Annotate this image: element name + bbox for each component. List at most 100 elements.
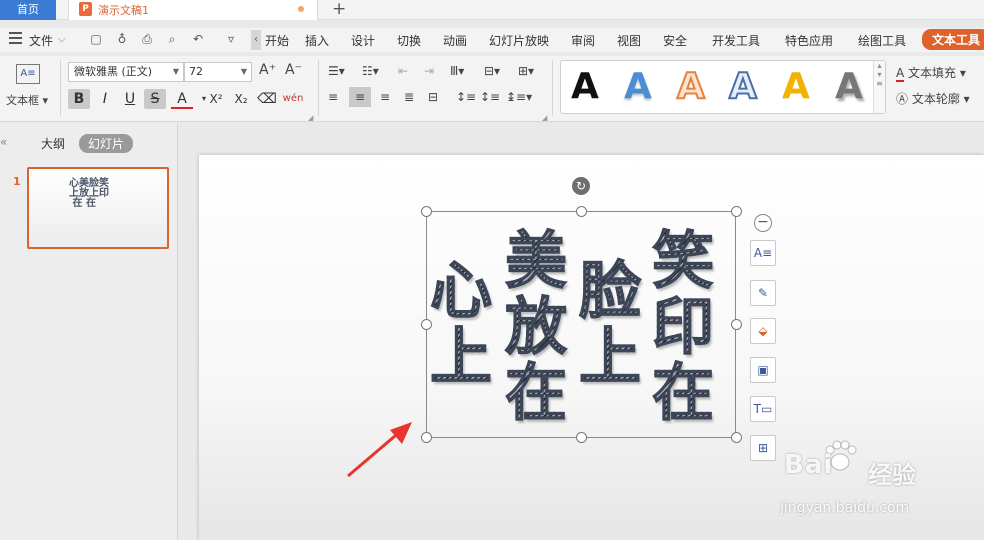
collapse-pane-icon[interactable]: « (0, 135, 7, 149)
fill-bucket-icon[interactable]: ⬙ (750, 318, 776, 344)
subscript-button[interactable]: X₂ (230, 89, 252, 109)
increase-indent-icon[interactable]: ⇥ (424, 64, 434, 78)
spacing-options-icon[interactable]: ↨≡▾ (506, 90, 532, 104)
resize-handle[interactable] (731, 432, 742, 443)
font-dialog-launcher-icon[interactable]: ◢ (308, 114, 313, 122)
increase-font-icon[interactable]: A⁺ (259, 62, 276, 78)
print-icon[interactable]: ⎙ (140, 32, 154, 46)
tab-view[interactable]: 视图 (617, 32, 641, 49)
annotation-arrow-icon (347, 422, 412, 478)
text-style-preset[interactable]: A (835, 67, 863, 107)
resize-handle[interactable] (421, 432, 432, 443)
tab-features[interactable]: 特色应用 (785, 32, 833, 49)
wordart-column[interactable]: 心 上 (429, 257, 492, 390)
resize-handle[interactable] (731, 319, 742, 330)
columns-icon[interactable]: ⊞▾ (518, 64, 534, 78)
tab-animation[interactable]: 动画 (443, 32, 467, 49)
ribbon-separator (552, 60, 553, 116)
italic-button[interactable]: I (94, 89, 116, 109)
text-style-preset[interactable]: A (782, 67, 810, 107)
resize-handle[interactable] (731, 206, 742, 217)
wordart-column[interactable]: 脸 上 (578, 257, 641, 390)
line-spacing-icon[interactable]: ↕≡ (456, 90, 476, 104)
ribbon-scroll-left-icon[interactable]: ‹ (251, 30, 261, 50)
print-preview-icon[interactable]: ⌕ (165, 32, 179, 46)
font-size-select[interactable]: 72 ▼ (184, 62, 252, 82)
font-family-select[interactable]: 微软雅黑 (正文) ▼ (68, 62, 184, 82)
tab-drawing-tools[interactable]: 绘图工具 (858, 32, 906, 49)
text-fill-button[interactable]: A 文本填充 ▾ (896, 64, 966, 82)
slides-pane: « 大纲 幻灯片 1 心美脸笑 上放上印 在 在 (0, 123, 178, 540)
title-bar: 首页 P 演示文稿1 + (0, 0, 984, 20)
slide-thumbnail[interactable]: 心美脸笑 上放上印 在 在 (27, 167, 169, 249)
paragraph-spacing-icon[interactable]: ↕≡ (480, 90, 500, 104)
paragraph-dialog-launcher-icon[interactable]: ◢ (542, 114, 547, 122)
tab-insert[interactable]: 插入 (305, 32, 329, 49)
pinyin-guide-button[interactable]: wén (282, 89, 304, 109)
undo-icon[interactable]: ↶ (191, 32, 205, 46)
more-icon[interactable]: ▿ (224, 32, 238, 46)
distribute-icon[interactable]: ⊟ (428, 90, 438, 104)
align-left-icon[interactable]: ≡ (328, 90, 338, 104)
text-direction-icon[interactable]: Ⅲ▾ (450, 64, 464, 78)
text-outline-button[interactable]: Ⓐ 文本轮廓 ▾ (896, 90, 970, 107)
tab-start[interactable]: 开始 (265, 32, 289, 49)
text-style-preset[interactable]: A (728, 66, 758, 108)
bullets-icon[interactable]: ☰▾ (328, 64, 345, 78)
tab-outline[interactable]: 大纲 (41, 135, 65, 152)
slide-number: 1 (13, 175, 21, 188)
file-menu-chevron-icon[interactable]: ⌵ (58, 34, 66, 45)
text-style-preset[interactable]: A (624, 67, 652, 107)
save-icon[interactable]: ▢ (89, 32, 103, 46)
more-options-icon[interactable]: ⊞ (750, 435, 776, 461)
tab-slides[interactable]: 幻灯片 (79, 134, 134, 153)
unsaved-dot-icon (298, 6, 304, 12)
rotate-handle-icon[interactable]: ↻ (572, 177, 590, 195)
bold-button[interactable]: B (68, 89, 90, 109)
outline-frame-icon[interactable]: ▣ (750, 357, 776, 383)
clear-format-icon[interactable]: ⌫ (256, 89, 278, 109)
align-text-icon[interactable]: ⊟▾ (484, 64, 500, 78)
gallery-scroll-icon[interactable]: ▴ ▾ ≡ (873, 61, 885, 113)
ribbon-separator (60, 60, 61, 116)
decrease-indent-icon[interactable]: ⇤ (398, 64, 408, 78)
brush-style-icon[interactable]: ✎ (750, 280, 776, 306)
file-menu[interactable]: 文件 (29, 32, 53, 49)
tab-slideshow[interactable]: 幻灯片放映 (489, 32, 549, 49)
decrease-font-icon[interactable]: A⁻ (285, 62, 302, 78)
resize-handle[interactable] (576, 206, 587, 217)
text-outline-icon: Ⓐ (896, 92, 909, 106)
format-painter-icon[interactable]: ♁ (115, 32, 129, 46)
text-style-preset[interactable]: A (571, 67, 599, 107)
tab-developer[interactable]: 开发工具 (712, 32, 760, 49)
align-right-icon[interactable]: ≡ (380, 90, 390, 104)
new-tab-button[interactable]: + (332, 0, 346, 19)
text-box-format-icon[interactable]: T▭ (750, 396, 776, 422)
textbox-button[interactable]: 文本框 ▾ (6, 92, 48, 108)
tab-security[interactable]: 安全 (663, 32, 687, 49)
tab-text-tools[interactable]: 文本工具 (922, 29, 984, 50)
text-style-preset[interactable]: A (676, 66, 706, 108)
numbering-icon[interactable]: ☷▾ (362, 64, 379, 78)
hamburger-menu-icon[interactable] (9, 32, 22, 44)
document-tab[interactable]: P 演示文稿1 (68, 0, 318, 20)
thumbnail-text: 心美脸笑 上放上印 在 在 (69, 178, 109, 209)
strikethrough-button[interactable]: S (144, 89, 166, 109)
text-fill-icon: A (896, 66, 905, 82)
resize-handle[interactable] (421, 206, 432, 217)
font-color-button[interactable]: A (171, 89, 193, 109)
tab-transition[interactable]: 切换 (397, 32, 421, 49)
align-center-icon[interactable]: ≡ (349, 87, 371, 107)
text-layout-icon[interactable]: A≡ (750, 240, 776, 266)
underline-button[interactable]: U (119, 89, 141, 109)
justify-icon[interactable]: ≣ (404, 90, 414, 104)
tab-review[interactable]: 审阅 (571, 32, 595, 49)
collapse-toolbar-icon[interactable]: − (754, 214, 772, 232)
wordart-column[interactable]: 笑 印 在 (651, 227, 714, 426)
wordart-column[interactable]: 美 放 在 (504, 227, 567, 426)
resize-handle[interactable] (576, 432, 587, 443)
superscript-button[interactable]: X² (205, 89, 227, 109)
textbox-icon[interactable]: A≡ (16, 64, 40, 84)
home-tab[interactable]: 首页 (0, 0, 56, 20)
tab-design[interactable]: 设计 (351, 32, 375, 49)
